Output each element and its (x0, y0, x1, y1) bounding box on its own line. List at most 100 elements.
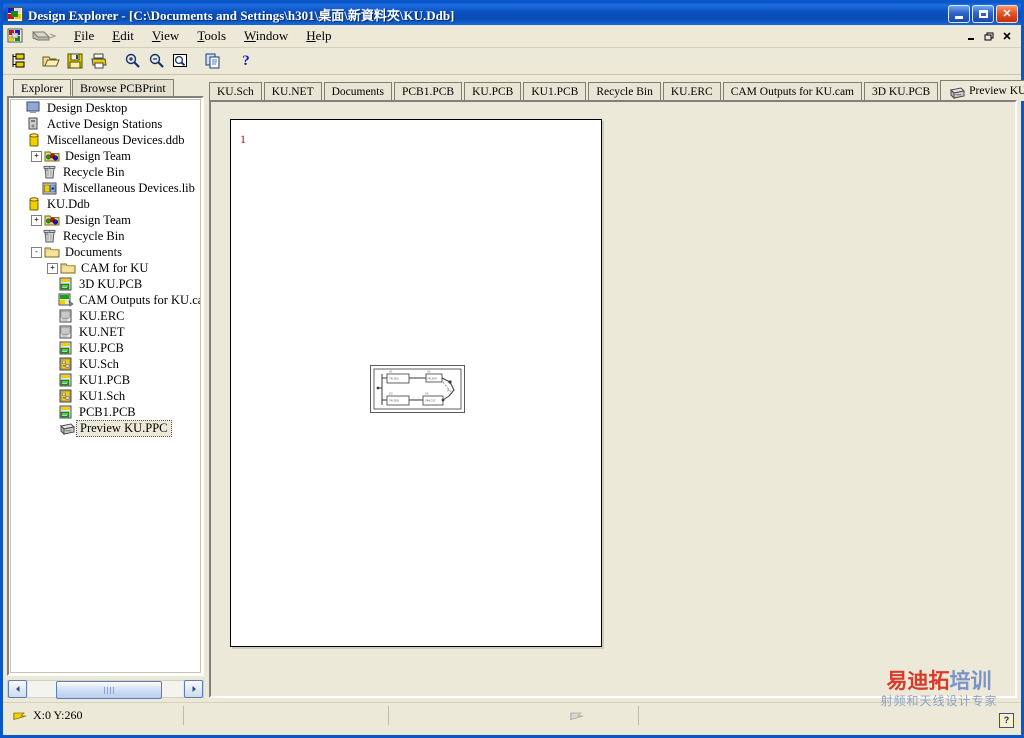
document-window-icon[interactable] (31, 29, 57, 44)
tree-item[interactable]: PCB1.PCB (11, 404, 200, 420)
document-tab[interactable]: Documents (323, 82, 392, 101)
tree-item[interactable]: KU1.PCB (11, 372, 200, 388)
document-tab[interactable]: PCB1.PCB (393, 82, 463, 101)
tree-item[interactable]: Miscellaneous Devices.lib (11, 180, 200, 196)
scrollbar-track[interactable] (28, 681, 183, 699)
document-tab-strip: KU.Sch KU.NET Documents PCB1.PCB KU.PCB KU1.P… (209, 79, 1024, 101)
database-icon (26, 197, 42, 211)
print-preview-page[interactable]: 1 U1 74LS00 U2 74LS04 U3 74LS08 U4 74HC3… (230, 119, 602, 647)
expand-icon[interactable]: + (31, 150, 42, 162)
status-panel-2 (183, 706, 388, 725)
collapse-icon[interactable]: - (31, 246, 42, 258)
mdi-minimize-button[interactable] (963, 28, 980, 44)
svg-text:74LS04: 74LS04 (427, 377, 437, 381)
tree-item[interactable]: + Design Team (11, 212, 200, 228)
menu-item-edit[interactable]: Edit (103, 26, 143, 46)
maximize-button[interactable] (972, 5, 994, 23)
tree-item[interactable]: Recycle Bin (11, 164, 200, 180)
panel-tab-browse-pcbprint[interactable]: Browse PCBPrint (71, 79, 174, 96)
document-tab[interactable]: Preview KU.PPC (940, 80, 1024, 101)
tree-item[interactable]: KU.NET (11, 324, 200, 340)
tree-item[interactable]: Active Design Stations (11, 116, 200, 132)
tree-item-label: Active Design Stations (47, 116, 163, 131)
scroll-right-button[interactable] (184, 680, 203, 698)
design-tree[interactable]: Design Desktop Active Design Stations Misc… (10, 99, 201, 673)
tree-item[interactable]: KU.ERC (11, 308, 200, 324)
save-icon[interactable] (64, 51, 86, 72)
new-design-icon[interactable] (7, 51, 29, 72)
text-doc-icon (58, 309, 74, 323)
tree-item[interactable]: + CAM for KU (11, 260, 200, 276)
tree-item-label: 3D KU.PCB (79, 276, 143, 291)
folder-team-icon (44, 213, 60, 227)
pcbprint-preview-client[interactable]: 1 U1 74LS00 U2 74LS04 U3 74LS08 U4 74HC3… (209, 100, 1017, 698)
tree-item-label: Recycle Bin (63, 164, 125, 179)
tree-horizontal-scrollbar[interactable] (7, 680, 204, 699)
window-title: Design Explorer - [C:\Documents and Sett… (28, 7, 455, 23)
document-tab[interactable]: 3D KU.PCB (864, 82, 939, 101)
flag-icon-grey (570, 711, 584, 721)
document-tab-label: CAM Outputs for KU.cam (730, 85, 854, 98)
tree-item[interactable]: Preview KU.PPC (11, 419, 200, 437)
document-tab[interactable]: KU.NET (263, 82, 322, 101)
tree-item[interactable]: Recycle Bin (11, 228, 200, 244)
menu-item-tools[interactable]: Tools (188, 26, 235, 46)
app-small-icon[interactable] (7, 28, 24, 44)
tree-item[interactable]: 3D KU.PCB (11, 276, 200, 292)
close-button[interactable]: ✕ (996, 5, 1018, 23)
zoom-area-icon[interactable] (169, 51, 191, 72)
minimize-button[interactable] (948, 5, 970, 23)
menu-item-window[interactable]: Window (235, 26, 297, 46)
document-tab-label: Documents (331, 85, 384, 98)
mdi-close-button[interactable] (999, 28, 1016, 44)
tree-item-label: KU.PCB (79, 340, 124, 355)
menu-item-file[interactable]: File (65, 26, 103, 46)
tree-item-label: KU1.PCB (79, 372, 131, 387)
document-tab[interactable]: KU.ERC (662, 82, 721, 101)
mdi-restore-button[interactable] (981, 28, 998, 44)
document-tab[interactable]: KU.Sch (209, 82, 262, 101)
document-tab[interactable]: KU.PCB (464, 82, 522, 101)
expand-icon[interactable]: + (47, 262, 58, 274)
expand-icon[interactable]: + (31, 214, 42, 226)
tree-item[interactable]: KU.Sch (11, 356, 200, 372)
scrollbar-thumb[interactable] (56, 681, 162, 699)
menu-bar: File Edit View Tools Window Help (3, 25, 1021, 48)
tree-item[interactable]: Miscellaneous Devices.ddb (11, 132, 200, 148)
zoom-in-icon[interactable] (121, 51, 143, 72)
copy-icon[interactable] (202, 51, 224, 72)
open-folder-icon[interactable] (40, 51, 62, 72)
status-panel-3 (388, 706, 638, 725)
tree-item-label: PCB1.PCB (79, 404, 136, 419)
document-tab-label: KU.Sch (217, 85, 254, 98)
tree-item[interactable]: KU.PCB (11, 340, 200, 356)
document-tab[interactable]: KU1.PCB (523, 82, 587, 101)
tree-item[interactable]: CAM Outputs for KU.cam (11, 292, 200, 308)
tree-item[interactable]: + Design Team (11, 148, 200, 164)
tree-item[interactable]: KU1.Sch (11, 388, 200, 404)
document-tab[interactable]: Recycle Bin (588, 82, 661, 101)
pcb-doc-icon (58, 277, 74, 291)
tree-item[interactable]: Design Desktop (11, 100, 200, 116)
document-tab-label: KU1.PCB (531, 85, 579, 98)
tree-item[interactable]: - Documents (11, 244, 200, 260)
station-icon (26, 117, 42, 131)
menu-item-view[interactable]: View (143, 26, 188, 46)
document-tab[interactable]: CAM Outputs for KU.cam (722, 82, 862, 101)
help-badge[interactable]: ? (999, 713, 1014, 728)
sch-doc-icon (58, 389, 74, 403)
tree-item-label: Design Team (65, 212, 131, 227)
document-tab-label: KU.PCB (472, 85, 514, 98)
panel-tab-explorer[interactable]: Explorer (13, 79, 71, 96)
tree-item[interactable]: KU.Ddb (11, 196, 200, 212)
pcb-doc-icon (58, 341, 74, 355)
pcb-doc-icon (58, 405, 74, 419)
document-area: KU.Sch KU.NET Documents PCB1.PCB KU.PCB KU1.P… (209, 79, 1024, 698)
flag-icon (13, 711, 27, 721)
text-doc-icon (58, 325, 74, 339)
zoom-out-icon[interactable] (145, 51, 167, 72)
menu-item-help[interactable]: Help (297, 26, 340, 46)
print-icon[interactable] (88, 51, 110, 72)
scroll-left-button[interactable] (8, 680, 27, 698)
help-icon[interactable]: ? (235, 51, 257, 72)
